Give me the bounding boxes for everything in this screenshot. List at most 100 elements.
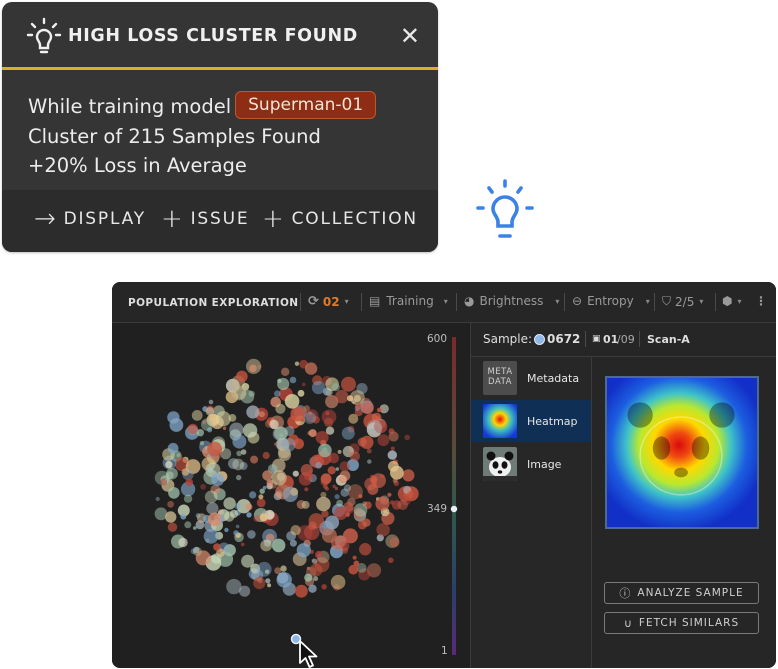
issue-button[interactable]: + ISSUE [161,206,249,232]
sample-point[interactable] [277,377,290,391]
sample-point[interactable] [165,460,173,469]
sample-point[interactable] [357,437,367,447]
sample-point[interactable] [167,442,179,454]
sample-point[interactable] [259,488,265,494]
sample-point[interactable] [321,527,337,543]
sample-point[interactable] [247,530,256,539]
color-by-select[interactable]: ◕ Brightness ▾ [464,294,559,308]
sample-point[interactable] [325,515,340,530]
sample-point[interactable] [274,442,278,446]
sample-point[interactable] [325,426,335,435]
sample-point[interactable] [304,487,309,492]
sample-point[interactable] [185,478,193,486]
sample-point[interactable] [259,513,268,522]
sample-point[interactable] [376,407,382,413]
sample-point[interactable] [167,522,178,532]
sample-point[interactable] [335,389,349,404]
view-select[interactable]: ⬢ ▾ [722,294,742,308]
sample-point[interactable] [271,470,287,486]
sample-point[interactable] [267,583,272,588]
sample-point[interactable] [377,434,390,447]
sample-point[interactable] [311,381,326,395]
sample-point[interactable] [184,521,192,529]
sample-point[interactable] [250,455,259,464]
sample-point[interactable] [304,573,313,582]
scatter-plot[interactable] [112,323,470,668]
sample-point[interactable] [389,537,400,548]
sample-point[interactable] [211,473,225,486]
display-button[interactable]: → DISPLAY [34,206,146,232]
sample-point[interactable] [389,500,395,505]
sample-point[interactable] [242,423,258,438]
sample-point[interactable] [375,496,390,511]
sample-point[interactable] [258,494,264,500]
sample-point[interactable] [339,475,347,484]
sample-point[interactable] [341,376,356,392]
sample-point[interactable] [262,470,273,481]
sample-point[interactable] [404,434,411,441]
sample-point[interactable] [362,518,371,527]
sample-point[interactable] [318,443,332,458]
sample-point[interactable] [223,497,236,510]
sample-point[interactable] [301,382,306,387]
sample-point[interactable] [246,405,260,419]
sample-point[interactable] [246,512,252,518]
sample-point[interactable] [289,376,297,384]
colorbar-handle[interactable] [450,505,458,513]
sample-point[interactable] [375,416,381,421]
sample-point[interactable] [160,478,168,486]
sample-point[interactable] [349,451,360,462]
sample-point[interactable] [224,527,229,533]
sample-point[interactable] [271,538,286,553]
sample-point[interactable] [280,565,287,572]
sample-point[interactable] [343,484,352,492]
sample-point[interactable] [275,403,286,414]
dataset-select[interactable]: ▤ Training ▾ [369,294,448,308]
sample-point[interactable] [207,441,223,457]
sample-point[interactable] [367,459,372,464]
sample-point[interactable] [358,494,363,499]
sample-point[interactable] [274,567,282,575]
sample-point[interactable] [241,554,255,568]
sample-point[interactable] [304,411,316,424]
sample-point[interactable] [236,474,242,481]
sample-point[interactable] [297,389,305,397]
sample-point[interactable] [315,550,323,559]
sample-point[interactable] [320,491,327,498]
sample-point[interactable] [236,450,242,457]
more-icon[interactable]: ⋮ [755,294,767,308]
sample-point[interactable] [339,461,350,472]
sample-point[interactable] [388,431,399,442]
sample-point[interactable] [334,486,339,491]
sample-point[interactable] [276,572,292,588]
sample-point[interactable] [235,524,240,529]
collection-button[interactable]: + COLLECTION [262,206,418,232]
sample-point[interactable] [249,491,257,499]
sample-point[interactable] [178,537,188,548]
sample-point[interactable] [253,577,266,590]
sample-point[interactable] [342,528,358,544]
sample-point[interactable] [246,358,262,374]
sample-point[interactable] [390,446,395,451]
sample-point[interactable] [295,584,308,598]
sample-point[interactable] [292,470,299,477]
sample-point[interactable] [265,578,271,584]
sample-point[interactable] [371,473,386,488]
sample-point[interactable] [240,542,245,547]
sample-point[interactable] [245,503,253,511]
sample-point[interactable] [262,451,270,460]
sample-point[interactable] [359,543,372,556]
sample-point[interactable] [321,584,327,590]
sample-point[interactable] [253,514,261,523]
sample-point[interactable] [327,466,336,475]
sample-point[interactable] [352,555,357,560]
sample-point[interactable] [222,426,227,430]
sample-point[interactable] [183,494,193,503]
sample-point[interactable] [187,423,199,435]
filter-select[interactable]: ⛉ 2/5 ▾ [662,294,703,309]
fetch-similars-button[interactable]: ∪ FETCH SIMILARS [604,612,759,634]
sample-point[interactable] [256,498,266,508]
sample-point[interactable] [308,521,317,530]
embedding-scatter[interactable]: 600 349 1 [112,323,470,668]
sample-point[interactable] [281,367,290,376]
